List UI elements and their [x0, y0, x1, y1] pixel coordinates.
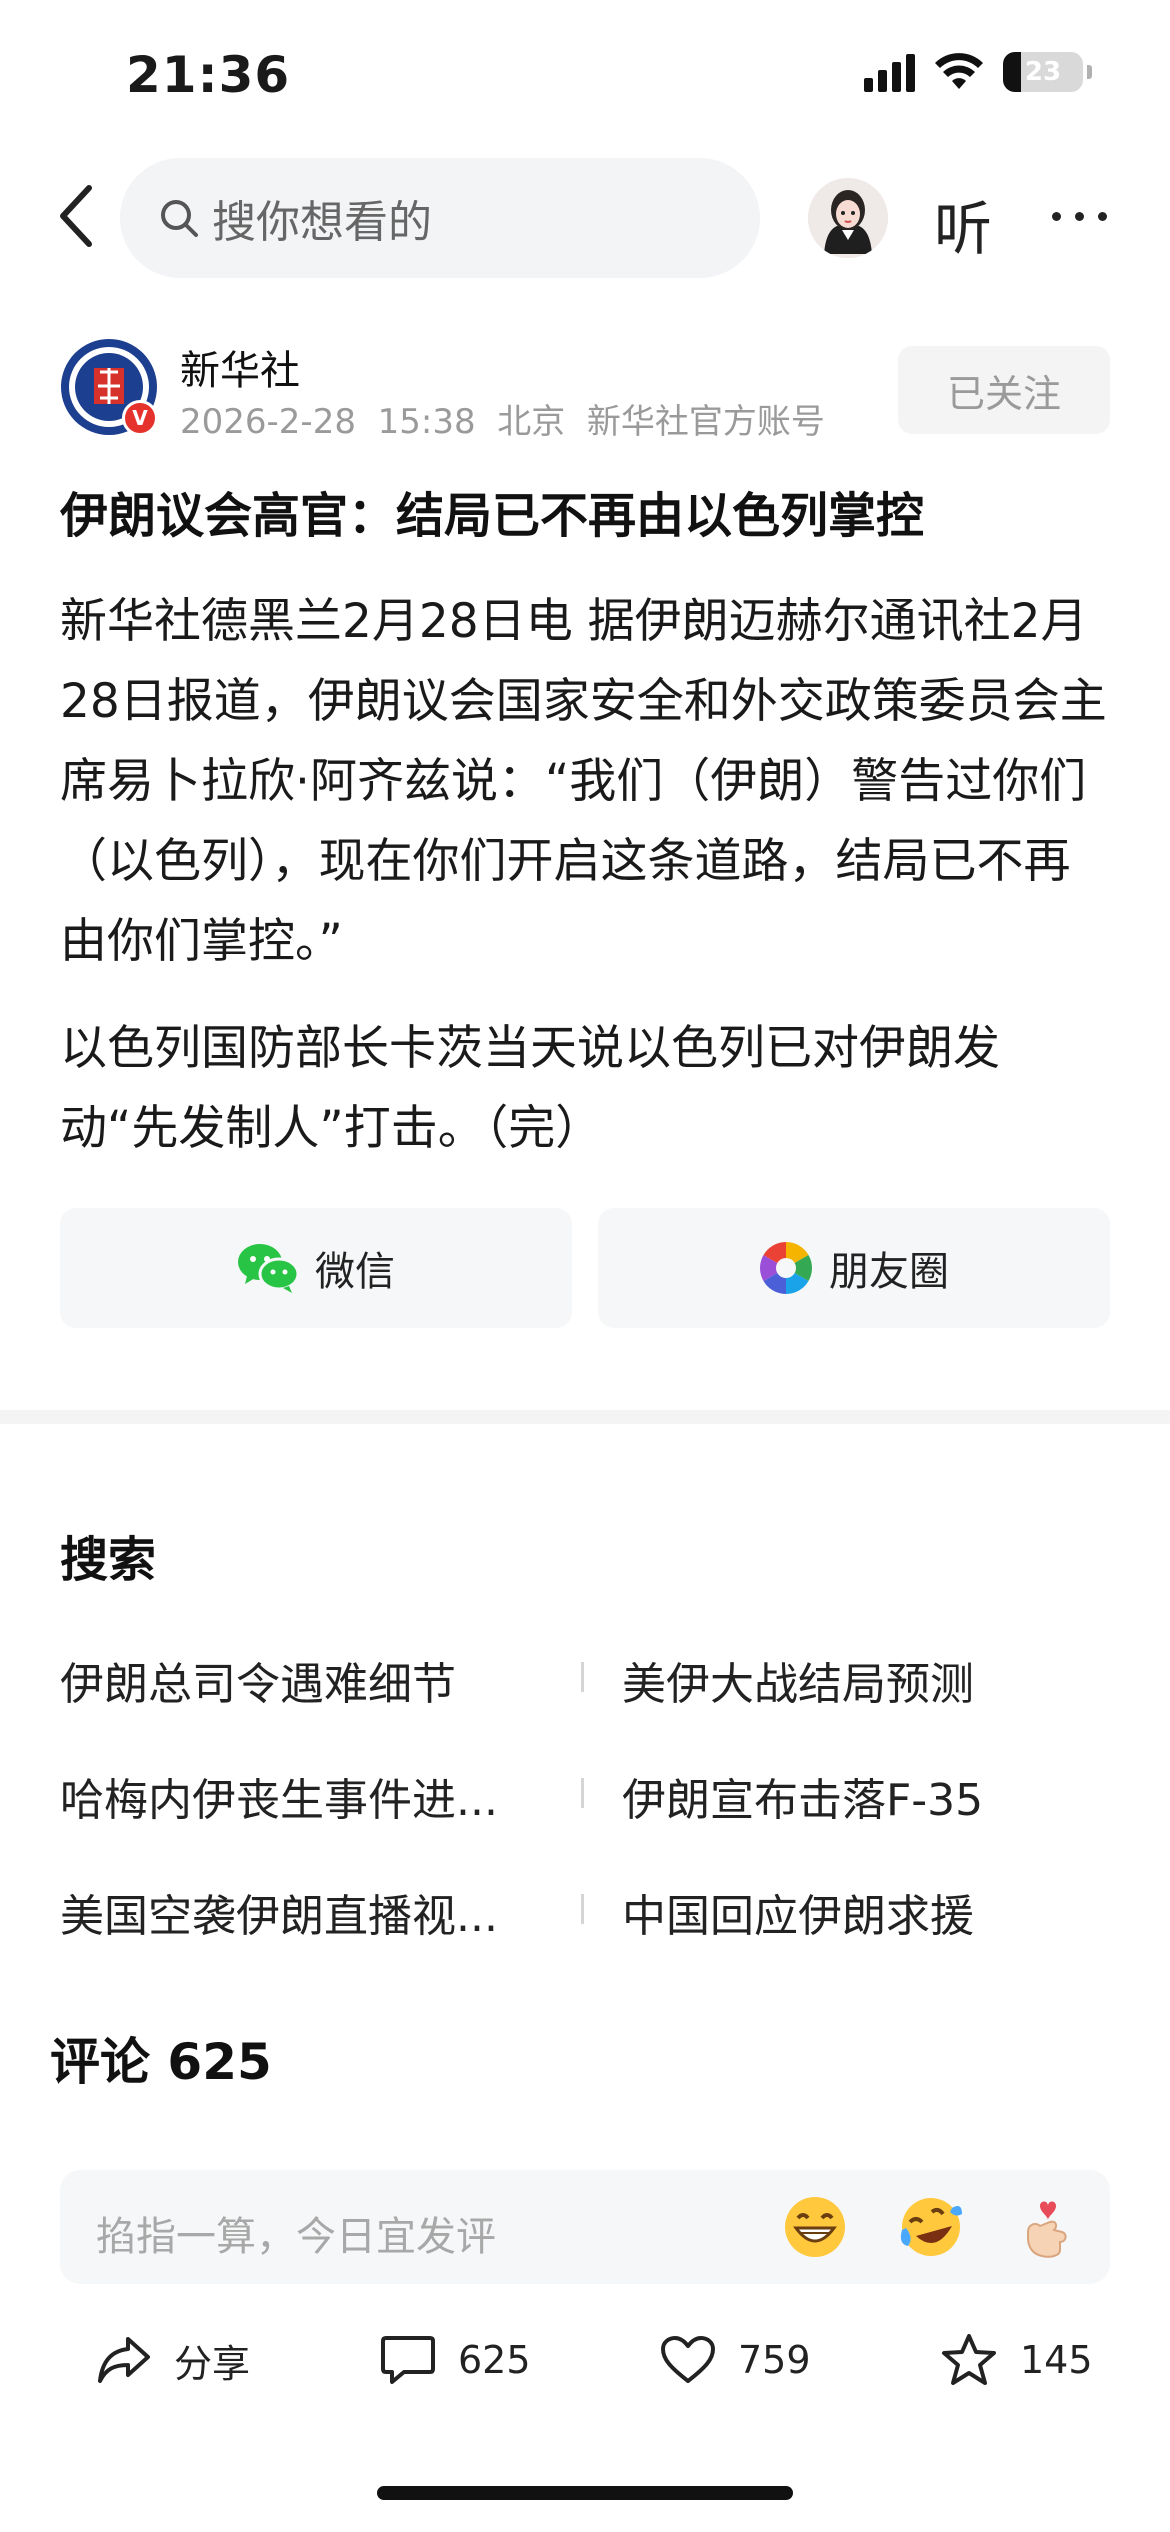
wechat-icon	[238, 1244, 299, 1293]
search-input[interactable]: 搜你想看的	[120, 158, 760, 278]
search-suggestion[interactable]: 中国回应伊朗求援	[622, 1880, 1112, 1944]
share-moments-button[interactable]: 朋友圈	[598, 1208, 1110, 1328]
like-count: 759	[738, 2338, 811, 2382]
publish-location: 北京	[497, 402, 566, 442]
grin-emoji-icon[interactable]	[780, 2192, 850, 2262]
comment-input[interactable]: 掐指一算，今日宜发评	[60, 2170, 1110, 2284]
finger-heart-emoji-icon[interactable]	[1010, 2192, 1080, 2262]
author-meta: 2026-2-28 15:38 北京 新华社官方账号	[180, 394, 825, 443]
home-indicator[interactable]	[377, 2486, 793, 2500]
share-button[interactable]: 分享	[96, 2310, 250, 2410]
status-icons: 23	[864, 52, 1092, 92]
follow-button[interactable]: 已关注	[898, 346, 1110, 434]
status-time: 21:36	[126, 46, 291, 104]
status-bar: 21:36 23	[0, 0, 1170, 150]
search-suggestion[interactable]: 伊朗宣布击落F-35	[622, 1764, 1112, 1828]
listen-button[interactable]: 听	[934, 182, 992, 266]
publish-time: 15:38	[377, 402, 476, 442]
search-section-title: 搜索	[60, 1532, 157, 1588]
search-suggestion[interactable]: 伊朗总司令遇难细节	[60, 1648, 550, 1712]
suggestion-separator	[581, 1778, 584, 1808]
share-label: 分享	[174, 2341, 251, 2386]
article-paragraph: 以色列国防部长卡茨当天说以色列已对伊朗发动“先发制人”打击。（完）	[60, 1021, 1000, 1156]
chevron-left-icon	[60, 185, 92, 247]
author-name[interactable]: 新华社	[180, 338, 300, 396]
section-divider	[0, 1410, 1170, 1424]
more-options-icon[interactable]	[1052, 186, 1107, 246]
share-moments-label: 朋友圈	[829, 1249, 949, 1295]
comment-count: 625	[458, 2338, 531, 2382]
battery-cap	[1087, 65, 1092, 79]
search-icon	[161, 200, 198, 237]
suggestion-separator	[581, 1662, 584, 1692]
suggestion-separator	[581, 1894, 584, 1924]
cellular-signal-icon	[864, 52, 915, 92]
share-wechat-label: 微信	[315, 1249, 395, 1295]
comment-button[interactable]: 625	[380, 2310, 531, 2410]
search-suggestion[interactable]: 美伊大战结局预测	[622, 1648, 1112, 1712]
search-suggestion[interactable]: 哈梅内伊丧生事件进...	[60, 1764, 550, 1828]
star-icon	[942, 2334, 996, 2385]
comments-title: 评论 625	[50, 2033, 272, 2091]
share-arrow-icon	[98, 2337, 150, 2383]
rolling-laugh-emoji-icon[interactable]	[896, 2192, 966, 2262]
moments-aperture-icon	[760, 1242, 812, 1294]
favorite-count: 145	[1020, 2338, 1093, 2382]
search-suggestion[interactable]: 美国空袭伊朗直播视...	[60, 1880, 550, 1944]
heart-icon	[661, 2336, 715, 2383]
like-button[interactable]: 759	[660, 2310, 811, 2410]
comment-bubble-icon	[381, 2336, 435, 2384]
search-placeholder: 搜你想看的	[212, 197, 432, 248]
favorite-button[interactable]: 145	[940, 2310, 1093, 2410]
battery-icon: 23	[1003, 52, 1083, 92]
share-row: 微信 朋友圈	[60, 1208, 1110, 1328]
wifi-icon	[935, 53, 983, 89]
share-wechat-button[interactable]: 微信	[60, 1208, 572, 1328]
top-nav: 搜你想看的 听	[0, 158, 1170, 278]
article-paragraph: 新华社德黑兰2月28日电 据伊朗迈赫尔通讯社2月28日报道，伊朗议会国家安全和外…	[60, 594, 1107, 969]
comment-placeholder: 掐指一算，今日宜发评	[96, 2214, 496, 2260]
back-button[interactable]	[40, 176, 110, 256]
bottom-action-bar: 分享 625 759 145	[0, 2310, 1170, 2410]
author-header: V 新华社 2026-2-28 15:38 北京 新华社官方账号 已关注	[60, 338, 1110, 442]
verified-badge-icon: V	[122, 400, 158, 436]
account-type: 新华社官方账号	[586, 402, 825, 442]
article-title: 伊朗议会高官：结局已不再由以色列掌控	[60, 488, 925, 544]
avatar[interactable]	[808, 178, 888, 258]
battery-percent: 23	[1024, 57, 1062, 87]
avatar-icon	[808, 178, 888, 258]
publish-date: 2026-2-28	[180, 402, 356, 442]
